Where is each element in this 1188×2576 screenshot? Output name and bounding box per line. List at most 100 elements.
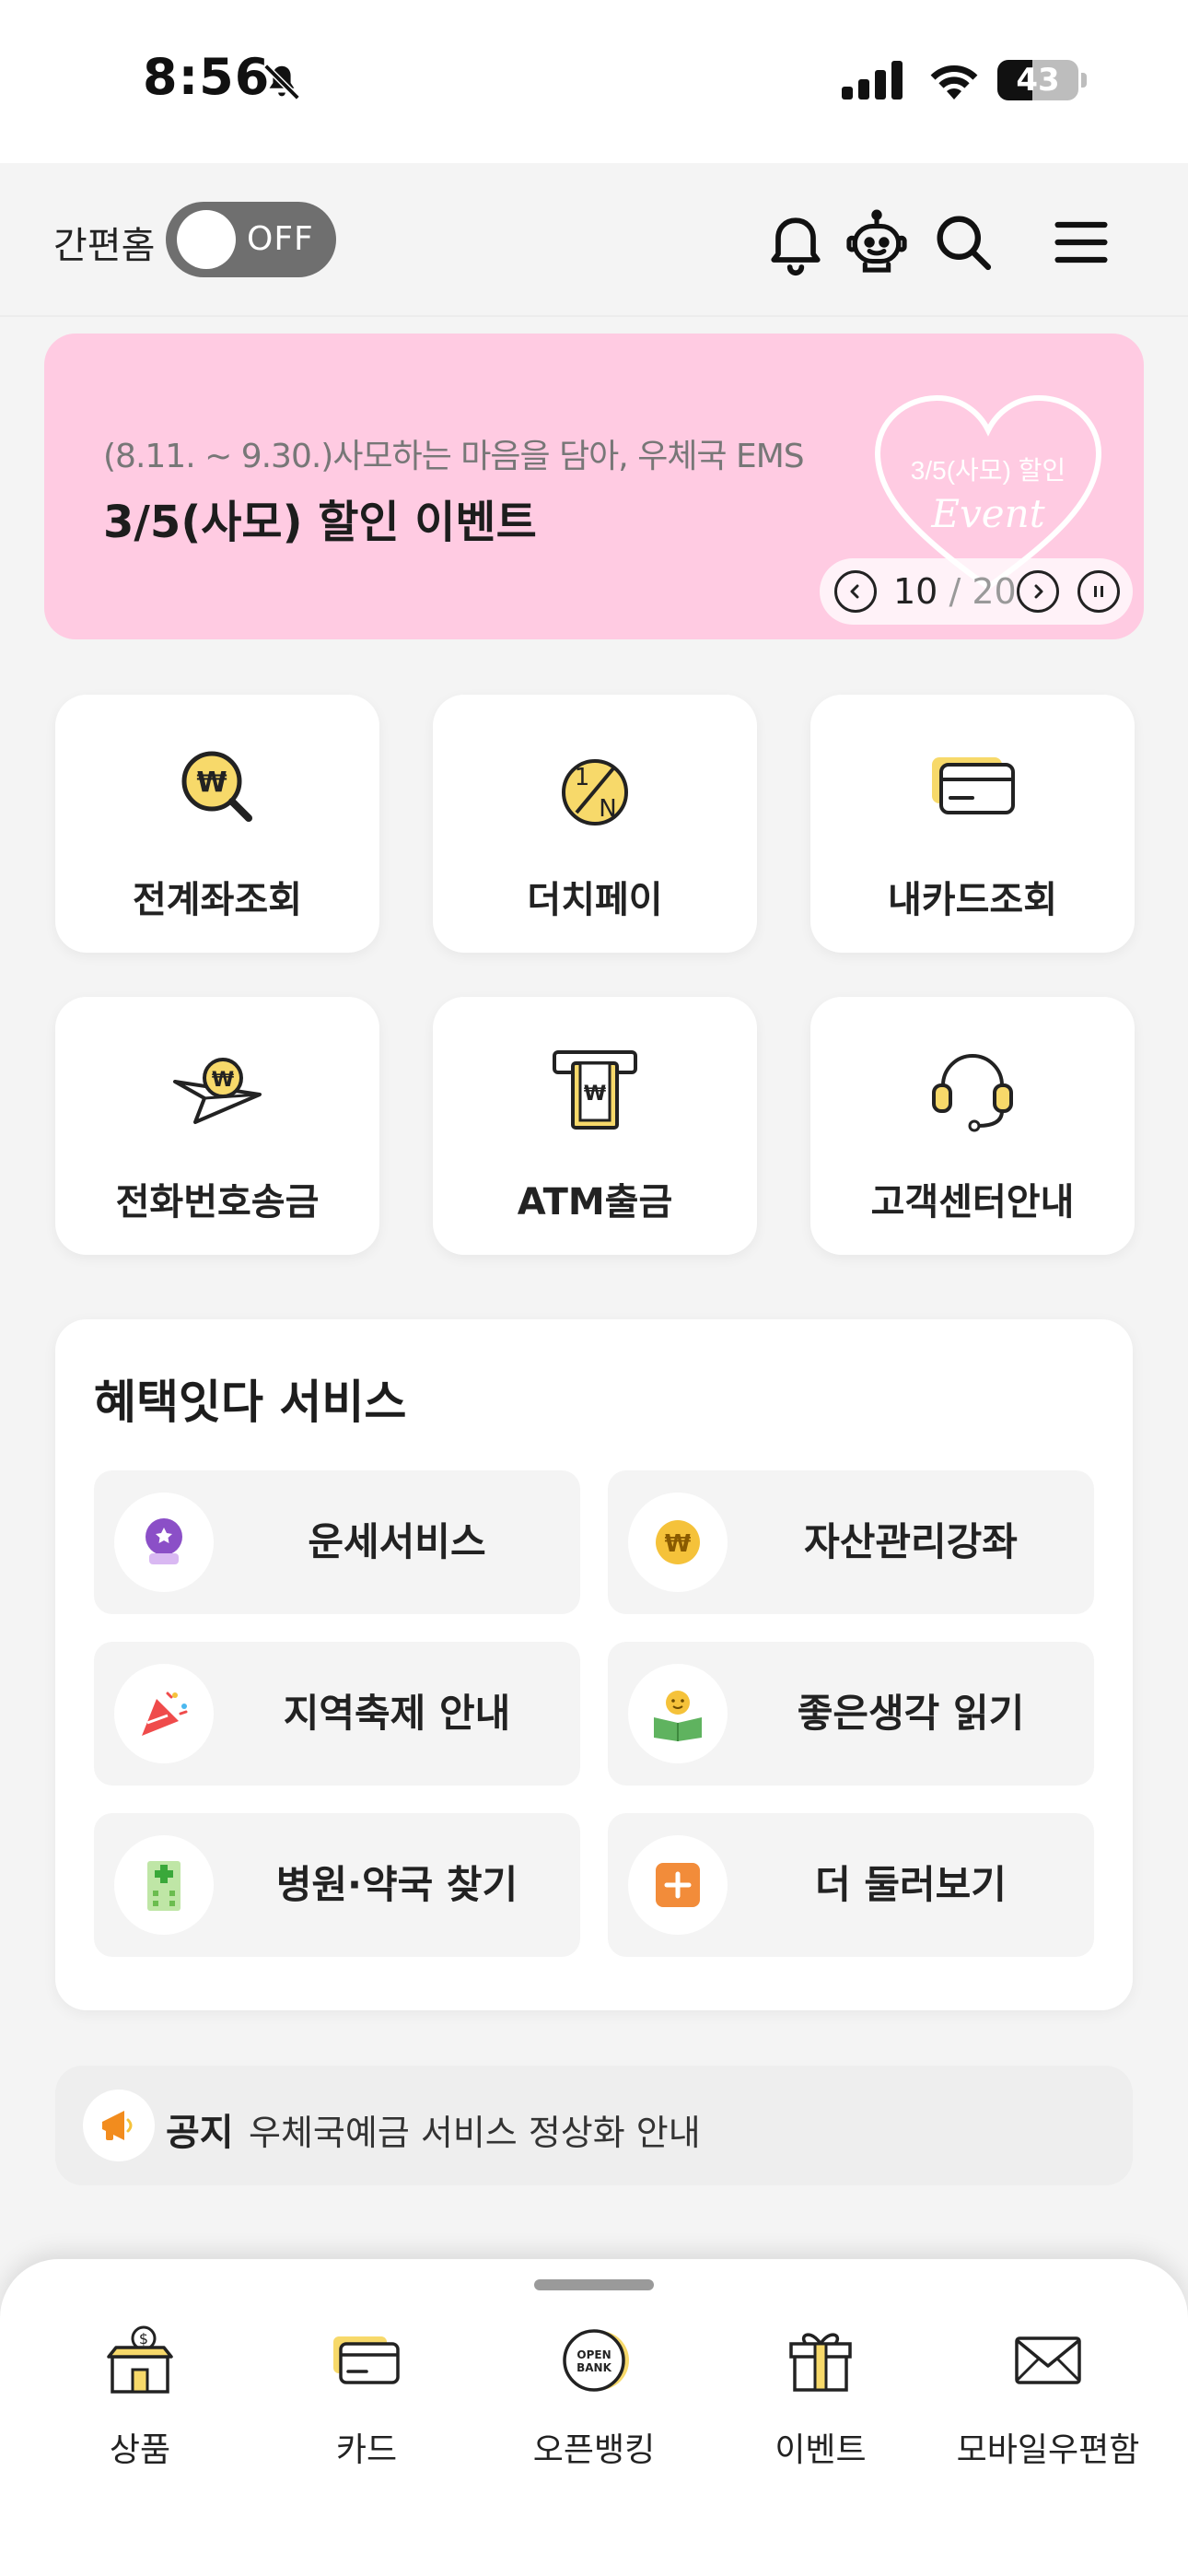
- wifi-icon: [930, 64, 978, 100]
- benefit-item-good-thoughts[interactable]: 좋은생각 읽기: [608, 1642, 1094, 1786]
- quick-menu-label: 더치페이: [527, 879, 663, 921]
- pause-banner-button[interactable]: [1077, 570, 1120, 613]
- battery-level: 43: [1016, 62, 1060, 99]
- quick-menu-dutch-pay[interactable]: 1 N 더치페이: [433, 695, 757, 953]
- svg-text:N: N: [599, 795, 616, 823]
- page-current: 10: [893, 571, 938, 612]
- notice-text: 우체국예금 서비스 정상화 안내: [249, 2113, 701, 2153]
- card-icon: [333, 2336, 400, 2384]
- simple-home-toggle[interactable]: OFF: [166, 202, 336, 277]
- heart-text-line1: 3/5(사모) 할인: [911, 456, 1066, 485]
- app-header: 간편홈 OFF: [0, 163, 1188, 317]
- benefit-icon-container: [114, 1664, 214, 1763]
- crystal-ball-icon: [146, 1518, 182, 1564]
- svg-text:$: $: [139, 2330, 148, 2348]
- quick-menu-atm-withdrawal[interactable]: ₩ ATM출금: [433, 997, 757, 1255]
- svg-text:BANK: BANK: [577, 2361, 611, 2374]
- benefit-services-section: 혜택잇다 서비스 운세서비스 ₩ 자산관리강좌 지역축제 안내 좋은생각 읽기 …: [55, 1319, 1133, 2010]
- menu-icon[interactable]: [1046, 207, 1116, 277]
- notice-label: 공지: [166, 2112, 234, 2154]
- toggle-knob: [177, 210, 236, 269]
- benefit-icon-container: [628, 1664, 728, 1763]
- heart-text-line2: Event: [930, 491, 1044, 536]
- page-total: 20: [972, 571, 1017, 612]
- chevron-right-icon: [1034, 584, 1043, 599]
- benefit-item-label: 운세서비스: [308, 1519, 486, 1564]
- nav-item-card[interactable]: 카드: [251, 2324, 482, 2480]
- svg-text:OPEN: OPEN: [577, 2348, 611, 2361]
- drawer-handle[interactable]: [534, 2279, 654, 2290]
- event-banner[interactable]: (8.11. ~ 9.30.)사모하는 마음을 담아, 우체국 EMS 3/5(…: [44, 334, 1144, 639]
- quick-menu-phone-transfer[interactable]: ₩ 전화번호송금: [55, 997, 379, 1255]
- quick-menu-label: 내카드조회: [888, 879, 1057, 921]
- next-banner-button[interactable]: [1017, 570, 1059, 613]
- svg-text:1: 1: [575, 764, 590, 791]
- silent-bell-icon: [263, 64, 300, 100]
- status-bar: 8:56 43: [0, 0, 1188, 163]
- svg-text:₩: ₩: [212, 1069, 234, 1092]
- svg-text:₩: ₩: [584, 1083, 606, 1106]
- benefit-icon-container: ₩: [628, 1493, 728, 1592]
- nav-item-mobile-mailbox[interactable]: 모바일우편함: [933, 2324, 1163, 2480]
- gift-icon: [789, 2333, 852, 2392]
- nav-label: 모바일우편함: [956, 2431, 1140, 2469]
- won-search-icon: ₩: [181, 751, 252, 822]
- nav-label: 이벤트: [775, 2431, 867, 2469]
- store-icon: $: [107, 2325, 173, 2394]
- quick-menu-label: 전화번호송금: [115, 1181, 320, 1224]
- banner-title: 3/5(사모) 할인 이벤트: [103, 497, 537, 548]
- benefit-item-local-festival[interactable]: 지역축제 안내: [94, 1642, 580, 1786]
- atm-icon: ₩: [553, 1050, 637, 1130]
- notice-icon-container: [83, 2090, 155, 2161]
- nav-label: 상품: [109, 2431, 171, 2469]
- banner-page-count: 10 / 20: [893, 571, 1017, 612]
- nav-label: 오픈뱅킹: [532, 2431, 656, 2469]
- benefit-item-label: 더 둘러보기: [815, 1862, 1007, 1907]
- paper-plane-won-icon: ₩: [173, 1058, 262, 1124]
- benefit-icon-container: [114, 1493, 214, 1592]
- chatbot-icon[interactable]: [842, 207, 912, 277]
- search-icon[interactable]: [928, 207, 998, 277]
- notice-bar[interactable]: 공지 우체국예금 서비스 정상화 안내: [55, 2066, 1133, 2185]
- benefit-item-label: 지역축제 안내: [283, 1691, 511, 1736]
- card-icon: [932, 757, 1015, 814]
- svg-text:₩: ₩: [665, 1530, 692, 1558]
- banner-pager: 10 / 20: [820, 558, 1133, 625]
- banner-subtitle: (8.11. ~ 9.30.)사모하는 마음을 담아, 우체국 EMS: [103, 438, 805, 475]
- hospital-icon: [147, 1861, 181, 1911]
- quick-menu-all-accounts[interactable]: ₩ 전계좌조회: [55, 695, 379, 953]
- benefit-item-label: 좋은생각 읽기: [797, 1691, 1025, 1736]
- quick-menu-my-cards[interactable]: 내카드조회: [810, 695, 1135, 953]
- plus-box-icon: [656, 1863, 700, 1907]
- nav-item-products[interactable]: $ 상품: [25, 2324, 255, 2480]
- headset-icon: [932, 1054, 1013, 1132]
- prev-banner-button[interactable]: [834, 570, 877, 613]
- quick-menu-customer-center[interactable]: 고객센터안내: [810, 997, 1135, 1255]
- benefit-item-fortune[interactable]: 운세서비스: [94, 1470, 580, 1614]
- nav-item-open-banking[interactable]: OPEN BANK 오픈뱅킹: [479, 2324, 709, 2480]
- bell-icon[interactable]: [761, 207, 831, 277]
- benefit-item-explore-more[interactable]: 더 둘러보기: [608, 1813, 1094, 1957]
- benefit-item-label: 병원·약국 찾기: [275, 1862, 518, 1907]
- nav-item-event[interactable]: 이벤트: [705, 2324, 936, 2480]
- megaphone-icon: [102, 2111, 133, 2140]
- quick-menu-label: 고객센터안내: [870, 1181, 1075, 1224]
- reading-book-icon: [654, 1691, 702, 1741]
- chevron-left-icon: [850, 584, 859, 599]
- bottom-navigation: $ 상품 카드 OPEN BANK 오픈뱅킹 이벤트 모바일우편함: [0, 2259, 1188, 2576]
- mail-icon: [1015, 2336, 1081, 2384]
- quick-menu-label: ATM출금: [517, 1181, 673, 1224]
- benefit-item-label: 자산관리강좌: [804, 1519, 1018, 1564]
- toggle-state-text: OFF: [247, 220, 314, 258]
- battery-indicator: 43: [997, 60, 1078, 100]
- dutch-pay-icon: 1 N: [562, 759, 628, 825]
- status-time: 8:56: [143, 48, 271, 106]
- won-coin-icon: ₩: [656, 1520, 700, 1564]
- benefit-icon-container: [114, 1835, 214, 1935]
- battery-cap: [1081, 73, 1087, 88]
- benefit-item-asset-lecture[interactable]: ₩ 자산관리강좌: [608, 1470, 1094, 1614]
- pause-icon: [1094, 586, 1103, 597]
- benefit-item-hospital-pharmacy[interactable]: 병원·약국 찾기: [94, 1813, 580, 1957]
- nav-label: 카드: [335, 2431, 398, 2469]
- party-popper-icon: [142, 1692, 188, 1736]
